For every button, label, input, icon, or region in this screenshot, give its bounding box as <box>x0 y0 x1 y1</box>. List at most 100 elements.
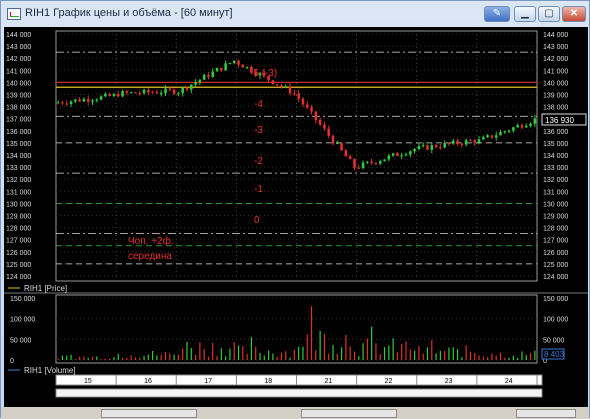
candle-body <box>499 132 502 136</box>
volume-plot-frame <box>55 294 538 364</box>
price-ytick-left: 143 000 <box>6 44 31 51</box>
maximize-button[interactable]: ▢ <box>538 6 560 22</box>
price-ytick-right: 131 000 <box>543 189 568 196</box>
price-legend: RIH1 [Price] <box>24 284 67 293</box>
candle-body <box>194 82 197 85</box>
candle-body <box>168 88 172 90</box>
title-bar[interactable]: RIH1 График цены и объёма - [60 минут] ✎… <box>1 1 589 27</box>
candle-body <box>65 103 69 105</box>
candle-body <box>439 147 442 149</box>
status-field-1 <box>101 409 197 418</box>
candle-body <box>202 74 206 80</box>
candle-body <box>189 84 193 90</box>
note-line-2: середина <box>128 251 172 262</box>
price-ytick-left: 131 000 <box>6 189 31 196</box>
price-ytick-left: 133 000 <box>6 165 31 172</box>
candle-body <box>396 153 399 157</box>
candle-body <box>486 135 489 138</box>
date-label: 15 <box>84 378 92 385</box>
date-label: 17 <box>204 378 212 385</box>
price-ytick-right: 132 000 <box>543 177 568 184</box>
candle-body <box>164 88 167 93</box>
date-label: 24 <box>505 378 513 385</box>
candle-body <box>421 145 425 147</box>
chart-area[interactable]: 144 000 143 000 142 000 141 000 140 000 139 0… <box>4 27 588 407</box>
candle-body <box>74 99 77 102</box>
wave-label-minus4: -4 <box>254 99 263 110</box>
price-ytick-right: 139 000 <box>543 93 568 100</box>
candle-body <box>469 140 472 142</box>
candle-body <box>245 66 249 68</box>
candle-body <box>520 125 524 128</box>
candle-body <box>477 139 481 143</box>
price-ytick-right: 128 000 <box>543 226 568 233</box>
chart-window: RIH1 График цены и объёма - [60 минут] ✎… <box>0 0 590 419</box>
current-volume-label: 8 403 <box>544 350 565 359</box>
candle-body <box>318 120 322 125</box>
price-ytick-right: 144 000 <box>543 32 568 39</box>
candle-body <box>280 85 283 87</box>
price-ytick-left: 139 000 <box>6 93 31 100</box>
status-field-3 <box>516 409 576 418</box>
price-ytick-left: 126 000 <box>6 250 31 257</box>
candle-body <box>56 102 60 104</box>
close-button[interactable]: ✕ <box>562 6 586 22</box>
wave-label-zero: 0 <box>254 215 260 226</box>
price-ytick-right: 143 000 <box>543 44 568 51</box>
volume-ytick-left: 150 000 <box>10 296 35 303</box>
candle-body <box>460 143 464 145</box>
candle-body <box>147 89 150 93</box>
status-field-2 <box>301 409 397 418</box>
price-ytick-right: 142 000 <box>543 56 568 63</box>
candle-body <box>61 102 64 104</box>
pin-button[interactable]: ✎ <box>484 6 510 22</box>
minimize-button[interactable]: ▁ <box>514 6 536 22</box>
candle-body <box>331 135 335 144</box>
candle-body <box>305 104 309 108</box>
candle-body <box>374 162 378 164</box>
candle-body <box>516 125 519 128</box>
candle-body <box>473 140 477 143</box>
price-ytick-left: 136 000 <box>6 129 31 136</box>
volume-ytick-right: 150 000 <box>543 296 568 303</box>
candle-body <box>95 99 99 101</box>
candle-body <box>121 91 124 97</box>
candle-body <box>310 107 313 112</box>
candle-body <box>99 96 103 100</box>
candle-body <box>327 128 330 136</box>
candle-body <box>185 87 189 90</box>
candle-body <box>383 159 386 162</box>
candle-body <box>177 93 180 95</box>
price-ytick-left: 134 000 <box>6 153 31 160</box>
candle-body <box>353 159 356 168</box>
candle-body <box>155 92 159 94</box>
wave-label-minus1: -1 <box>254 184 263 195</box>
price-ytick-right: 141 000 <box>543 68 568 75</box>
candle-body <box>533 118 537 124</box>
candle-body <box>198 79 202 83</box>
candle-body <box>340 143 343 151</box>
date-axis <box>55 374 543 386</box>
candle-body <box>447 142 451 144</box>
price-ytick-right: 125 000 <box>543 262 568 269</box>
price-ytick-left: 142 000 <box>6 56 31 63</box>
candle-body <box>336 143 339 145</box>
wave-label-minus3: -3 <box>254 125 263 136</box>
volume-ytick-left: 100 000 <box>10 317 35 324</box>
price-ytick-right: 133 000 <box>543 165 568 172</box>
candle-body <box>78 99 81 102</box>
chart-svg[interactable]: 144 000 143 000 142 000 141 000 140 000 139 0… <box>4 27 588 407</box>
scrollbar-thumb[interactable] <box>57 390 541 396</box>
wave-label-minus2: -2 <box>254 156 263 167</box>
price-ytick-right: 135 000 <box>543 141 568 148</box>
candle-body <box>426 145 429 150</box>
candle-body <box>344 150 348 157</box>
price-ytick-left: 132 000 <box>6 177 31 184</box>
candle-body <box>129 92 133 94</box>
candle-body <box>284 86 288 88</box>
candle-body <box>512 127 515 131</box>
candle-body <box>108 93 111 96</box>
candle-body <box>413 148 416 152</box>
candle-body <box>112 94 116 96</box>
candle-body <box>224 63 227 71</box>
